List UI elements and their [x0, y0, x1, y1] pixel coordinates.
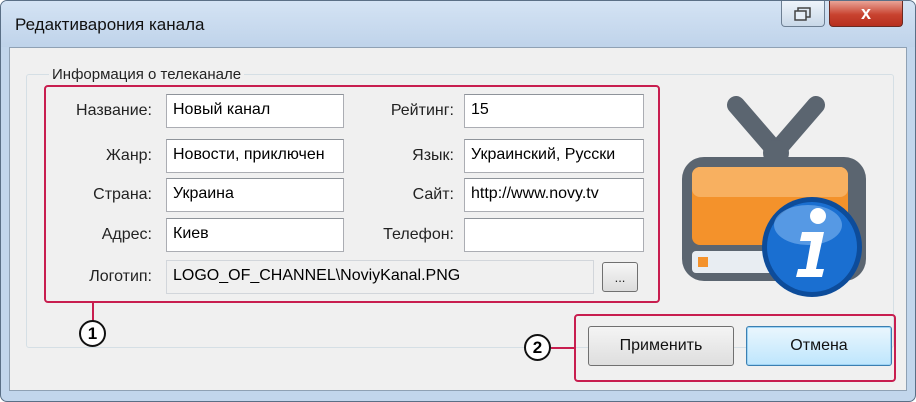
callout-2: 2 — [524, 334, 551, 361]
fields-highlight — [44, 85, 660, 303]
buttons-highlight — [574, 314, 896, 382]
callout-2-leader — [551, 347, 575, 349]
group-legend: Информация о телеканале — [49, 66, 245, 83]
callout-1-leader — [92, 301, 94, 321]
callout-1: 1 — [79, 320, 106, 347]
restore-icon — [794, 6, 811, 21]
restore-button[interactable] — [781, 1, 825, 27]
window-title: Редактиварония канала — [15, 15, 205, 34]
tv-info-icon — [682, 96, 866, 297]
dialog-window: Редактиварония канала x Информация о тел… — [0, 0, 916, 402]
dialog-body: Информация о телеканале Название: Новый … — [9, 47, 907, 391]
title-bar[interactable]: Редактиварония канала x — [1, 1, 915, 47]
close-button[interactable]: x — [829, 1, 903, 27]
close-icon: x — [860, 3, 871, 23]
